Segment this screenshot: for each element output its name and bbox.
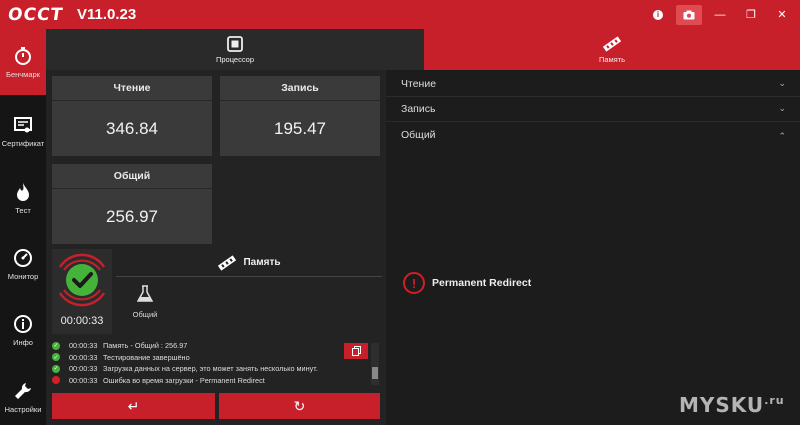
sidebar-item-label: Инфо — [13, 337, 33, 347]
scrollbar-thumb[interactable] — [372, 367, 378, 379]
log-text: Загрузка данных на сервер, это может зан… — [103, 364, 318, 374]
tab-memory[interactable]: Память — [424, 29, 800, 70]
ok-status-icon: ✓ — [52, 353, 60, 362]
maximize-button[interactable]: ❐ — [738, 5, 764, 25]
tab-cpu[interactable]: Процессор — [46, 29, 424, 70]
log-row: ✓ 00:00:33 Загрузка данных на сервер, эт… — [52, 363, 378, 375]
gauge-icon — [14, 248, 32, 267]
accordion-label: Чтение — [401, 78, 437, 90]
info-icon — [14, 314, 32, 333]
camera-icon — [683, 10, 695, 19]
log-text: Ошибка во время загрузки - Permanent Red… — [103, 375, 265, 385]
log-time: 00:00:33 — [69, 341, 98, 351]
copy-icon — [351, 346, 361, 356]
chevron-down-icon: ⌄ — [778, 78, 786, 88]
watermark-suffix: .ru — [764, 394, 785, 407]
sidebar-item-settings[interactable]: Настройки — [0, 364, 46, 425]
result-card-title: Чтение — [52, 76, 212, 101]
error-icon: ! — [403, 272, 425, 294]
sidebar-item-benchmark[interactable]: Бенчмарк — [0, 29, 46, 95]
result-card-total: Общий 256.97 — [52, 164, 212, 244]
error-text: Permanent Redirect — [432, 277, 532, 289]
sidebar-item-info[interactable]: Инфо — [0, 297, 46, 363]
log-list: ✓ 00:00:33 Память - Общий : 256.97 ✓ 00:… — [52, 340, 378, 386]
log-scrollbar[interactable] — [371, 343, 379, 385]
copy-log-button[interactable] — [344, 343, 368, 359]
accordion-write[interactable]: Запись ⌄ — [386, 97, 800, 122]
elapsed-timer: 00:00:33 — [60, 315, 104, 327]
ok-status-icon: ✓ — [52, 341, 60, 350]
watermark: MYSKU.ru — [679, 393, 785, 417]
sidebar-item-label: Монитор — [7, 271, 39, 281]
accordion-total[interactable]: Общий ⌃ — [386, 122, 800, 147]
memory-icon — [218, 254, 237, 271]
sidebar-item-monitor[interactable]: Монитор — [0, 231, 46, 297]
log-row: ✓ 00:00:33 Тестирование завершёно — [52, 352, 378, 364]
restart-icon: ↻ — [293, 397, 306, 414]
app-logo: OCCT — [6, 4, 65, 25]
chevron-down-icon: ⌄ — [778, 103, 786, 113]
certificate-icon — [14, 116, 32, 132]
close-button[interactable]: ✕ — [769, 5, 795, 25]
result-card-write: Запись 195.47 — [220, 76, 380, 156]
minimize-icon: — — [714, 8, 726, 21]
log-time: 00:00:33 — [69, 364, 98, 374]
title-bar: OCCT V11.0.23 i — ❐ ✕ — [0, 0, 800, 29]
app-version: V11.0.23 — [77, 6, 137, 23]
memory-section-label: Память — [243, 257, 281, 268]
info-icon: i — [653, 9, 663, 20]
tab-label: Память — [598, 54, 626, 64]
close-icon: ✕ — [777, 9, 787, 21]
log-row: 00:00:33 Ошибка во время загрузки - Perm… — [52, 375, 378, 387]
accordion-label: Запись — [401, 103, 436, 115]
flame-icon — [17, 182, 29, 201]
stopwatch-icon — [15, 46, 31, 65]
restart-button[interactable]: ↻ — [219, 393, 380, 419]
error-status-icon — [52, 376, 60, 385]
log-text: Память - Общий : 256.97 — [103, 341, 188, 351]
result-card-value: 346.84 — [106, 118, 158, 138]
memory-section-title: Память — [116, 249, 382, 277]
test-item-total[interactable]: Общий — [128, 285, 162, 319]
info-button[interactable]: i — [645, 5, 671, 25]
sidebar-item-certificate[interactable]: Сертификат — [0, 98, 46, 164]
result-card-value: 256.97 — [106, 206, 158, 226]
maximize-icon: ❐ — [746, 9, 756, 21]
accordion-label: Общий — [401, 128, 436, 141]
log-time: 00:00:33 — [69, 375, 98, 385]
status-indicator: 00:00:33 — [52, 249, 112, 334]
sidebar-item-label: Бенчмарк — [6, 69, 40, 79]
test-item-label: Общий — [132, 310, 158, 319]
result-card-title: Общий — [52, 164, 212, 189]
minimize-button[interactable]: — — [707, 5, 733, 25]
chevron-up-icon: ⌃ — [778, 131, 786, 141]
return-icon: ↵ — [127, 397, 140, 414]
ok-status-icon: ✓ — [52, 364, 60, 373]
sidebar-item-label: Тест — [15, 205, 31, 215]
screenshot-button[interactable] — [676, 4, 702, 25]
wrench-icon — [15, 382, 31, 399]
sidebar: Бенчмарк Сертификат Тест Монитор Инфо На… — [0, 29, 46, 425]
tab-label: Процессор — [215, 54, 255, 64]
log-text: Тестирование завершёно — [103, 352, 190, 362]
memory-icon — [602, 35, 622, 52]
sidebar-item-label: Сертификат — [1, 138, 45, 148]
log-time: 00:00:33 — [69, 352, 98, 362]
sidebar-item-test[interactable]: Тест — [0, 165, 46, 231]
result-card-read: Чтение 346.84 — [52, 76, 212, 156]
log-row: ✓ 00:00:33 Память - Общий : 256.97 — [52, 340, 378, 352]
accordion-read[interactable]: Чтение ⌄ — [386, 72, 800, 97]
flask-icon — [136, 285, 154, 302]
watermark-text: MYSKU — [679, 393, 765, 417]
window-controls: i — ❐ ✕ — [645, 0, 800, 29]
details-panel: Чтение ⌄ Запись ⌄ Общий ⌃ — [386, 70, 800, 425]
error-message: ! Permanent Redirect — [403, 272, 531, 294]
back-button[interactable]: ↵ — [52, 393, 215, 419]
cpu-icon — [227, 35, 243, 52]
sidebar-item-label: Настройки — [4, 404, 42, 414]
result-card-title: Запись — [220, 76, 380, 101]
success-check-icon — [58, 253, 106, 307]
result-card-value: 195.47 — [274, 118, 326, 138]
